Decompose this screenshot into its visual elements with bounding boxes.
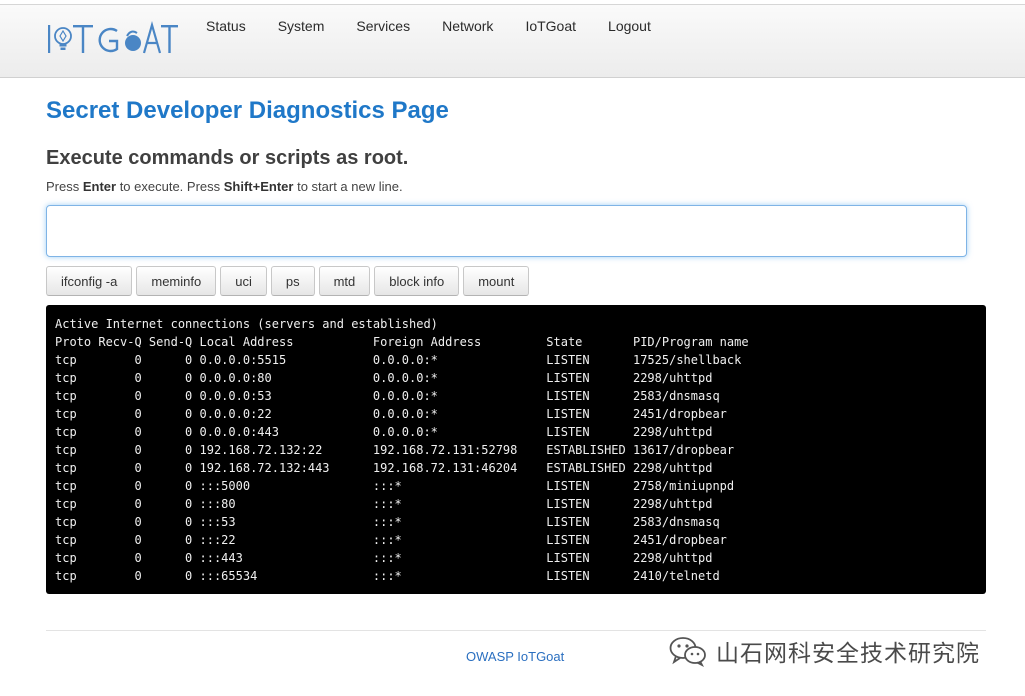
mtd-button[interactable]: mtd: [318, 266, 371, 296]
console-line: tcp 0 0 :::65534 :::* LISTEN 2410/telnet…: [55, 569, 720, 583]
block-info-button[interactable]: block info: [374, 266, 460, 296]
console-line: tcp 0 0 0.0.0.0:5515 0.0.0.0:* LISTEN 17…: [55, 353, 742, 367]
watermark: 山石网科安全技术研究院: [668, 634, 980, 668]
main-nav: Status System Services Network IoTGoat L…: [190, 5, 667, 47]
shift-enter-key-label: Shift+Enter: [223, 179, 294, 194]
nav-item-network[interactable]: Network: [426, 5, 509, 47]
console-line: tcp 0 0 :::80 :::* LISTEN 2298/uhttpd: [55, 497, 713, 511]
quick-command-buttons: ifconfig -a meminfo uci ps mtd block inf…: [46, 266, 530, 296]
nav-item-system[interactable]: System: [262, 5, 341, 47]
console-line: tcp 0 0 0.0.0.0:22 0.0.0.0:* LISTEN 2451…: [55, 407, 727, 421]
console-line: tcp 0 0 :::53 :::* LISTEN 2583/dnsmasq: [55, 515, 720, 529]
command-output-console[interactable]: Active Internet connections (servers and…: [46, 305, 986, 594]
nav-item-label: Services: [356, 18, 411, 34]
nav-item-status[interactable]: Status: [190, 5, 262, 47]
hint-text: to execute. Press: [116, 179, 224, 194]
console-line: tcp 0 0 0.0.0.0:443 0.0.0.0:* LISTEN 229…: [55, 425, 713, 439]
console-line: tcp 0 0 0.0.0.0:53 0.0.0.0:* LISTEN 2583…: [55, 389, 720, 403]
nav-item-label: Status: [206, 18, 246, 34]
nav-item-label: System: [277, 18, 325, 34]
console-line: tcp 0 0 :::22 :::* LISTEN 2451/dropbear: [55, 533, 727, 547]
enter-key-label: Enter: [82, 179, 117, 194]
command-input[interactable]: [46, 205, 967, 257]
console-line: tcp 0 0 :::443 :::* LISTEN 2298/uhttpd: [55, 551, 713, 565]
ps-button[interactable]: ps: [270, 266, 315, 296]
section-title: Execute commands or scripts as root.: [46, 147, 409, 169]
footer-owasp-link[interactable]: OWASP IoTGoat: [466, 649, 564, 664]
console-line: Active Internet connections (servers and…: [55, 317, 438, 331]
page-title: Secret Developer Diagnostics Page: [46, 97, 449, 124]
nav-item-label: Network: [442, 18, 494, 34]
iotgoat-logo[interactable]: [47, 19, 179, 59]
watermark-text: 山石网科安全技术研究院: [716, 641, 980, 667]
uci-button[interactable]: uci: [220, 266, 267, 296]
wechat-icon: [669, 637, 706, 667]
mount-button[interactable]: mount: [463, 266, 530, 296]
ifconfig-button[interactable]: ifconfig -a: [46, 266, 133, 296]
meminfo-button[interactable]: meminfo: [136, 266, 217, 296]
nav-item-iotgoat[interactable]: IoTGoat: [509, 5, 592, 47]
nav-item-logout[interactable]: Logout: [592, 5, 667, 47]
console-line: tcp 0 0 192.168.72.132:443 192.168.72.13…: [55, 461, 713, 475]
console-line: tcp 0 0 :::5000 :::* LISTEN 2758/miniupn…: [55, 479, 735, 493]
console-line: tcp 0 0 192.168.72.132:22 192.168.72.131…: [55, 443, 735, 457]
hint-text: Press: [46, 179, 83, 194]
hint-text: to start a new line.: [293, 179, 403, 194]
footer-divider: [46, 630, 986, 631]
console-line: tcp 0 0 0.0.0.0:80 0.0.0.0:* LISTEN 2298…: [55, 371, 713, 385]
instructions-text: Press Enter to execute. Press Shift+Ente…: [46, 179, 403, 194]
top-navbar: Status System Services Network IoTGoat L…: [0, 4, 1025, 78]
nav-item-label: Logout: [608, 18, 651, 34]
nav-item-services[interactable]: Services: [340, 5, 426, 47]
nav-item-label: IoTGoat: [525, 18, 577, 34]
console-line: Proto Recv-Q Send-Q Local Address Foreig…: [55, 335, 749, 349]
